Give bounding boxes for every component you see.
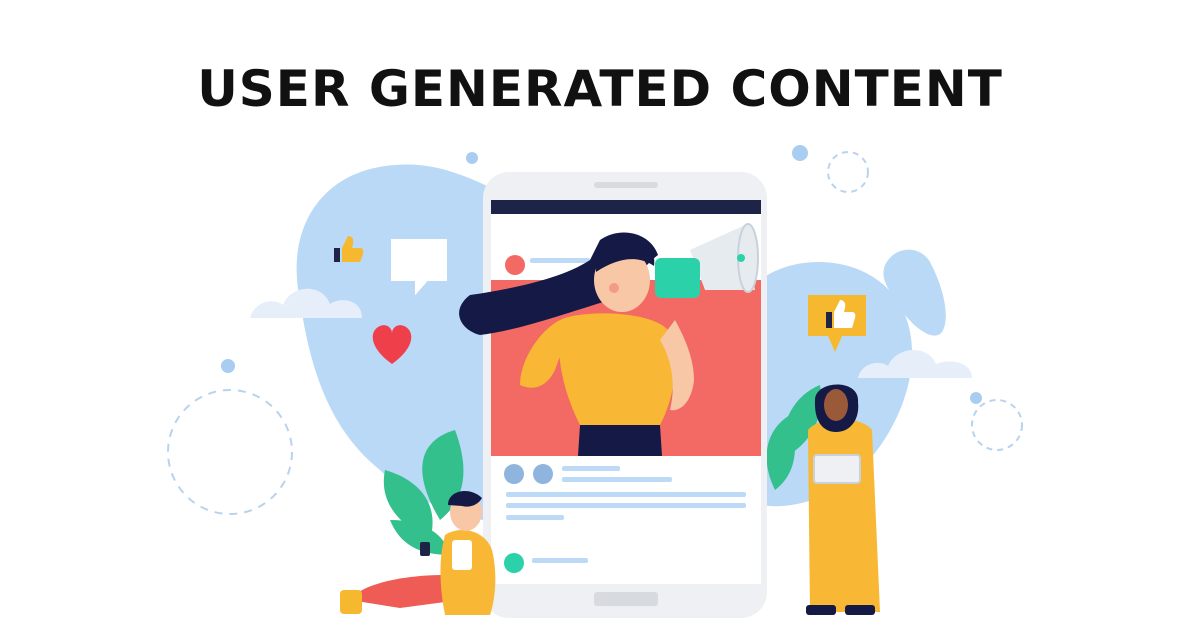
- dashed-circle: [971, 399, 1023, 451]
- decor-dot: [970, 392, 982, 404]
- decor-dot: [792, 145, 808, 161]
- post-like-avatar: [533, 464, 553, 484]
- post-text-line: [506, 492, 746, 497]
- woman-cheek: [609, 283, 619, 293]
- decor-dot: [221, 359, 235, 373]
- post-header-bar: [491, 200, 761, 214]
- laptop: [813, 454, 861, 484]
- post-meta-line: [562, 477, 672, 482]
- decor-dot: [466, 152, 478, 164]
- phone-home-button: [594, 592, 658, 606]
- woman-torso: [558, 313, 675, 425]
- dashed-circle: [827, 151, 869, 193]
- post-author-line: [530, 258, 590, 263]
- canvas: USER GENERATED CONTENT: [0, 0, 1200, 628]
- comment-avatar: [504, 553, 524, 573]
- post-text-line: [506, 515, 564, 520]
- post-author-avatar: [505, 255, 525, 275]
- phone-speaker: [594, 182, 658, 188]
- post-text-line: [506, 503, 746, 508]
- post-meta-line: [562, 466, 620, 471]
- dashed-circle: [167, 389, 293, 515]
- standing-woman-face: [824, 389, 848, 421]
- comment-line: [532, 558, 588, 563]
- illustration: [167, 145, 1023, 618]
- woman-pants: [578, 425, 662, 456]
- post-like-avatar: [504, 464, 524, 484]
